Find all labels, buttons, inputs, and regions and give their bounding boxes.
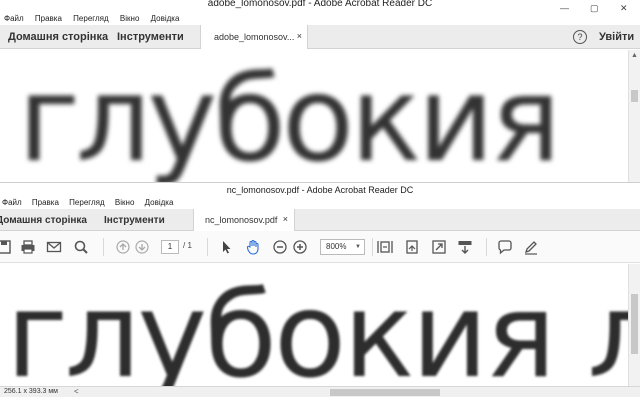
zoom-value: 800% <box>326 242 347 251</box>
scroll-left-icon[interactable]: < <box>74 387 79 396</box>
tab-home[interactable]: Домашня сторінка <box>0 215 87 226</box>
zoom-in-icon[interactable] <box>292 239 308 255</box>
rotate-icon[interactable] <box>404 239 420 255</box>
zoom-out-icon[interactable] <box>272 239 288 255</box>
tab-bar: Домашня сторінка Інструменти adobe_lomon… <box>0 25 640 49</box>
menu-window[interactable]: Вікно <box>120 14 139 23</box>
chevron-down-icon: ▼ <box>355 244 361 250</box>
toolbar-divider <box>207 238 208 256</box>
toolbar-divider <box>486 238 487 256</box>
fit-page-icon[interactable] <box>377 239 393 255</box>
top-acrobat-window: adobe_lomonosov.pdf - Adobe Acrobat Read… <box>0 0 640 182</box>
tab-document[interactable]: nc_lomonosov.pdf × <box>193 209 295 231</box>
sign-icon[interactable] <box>523 239 539 255</box>
tab-bar: Домашня сторінка Інструменти nc_lomonoso… <box>0 209 640 231</box>
menu-edit[interactable]: Правка <box>35 14 62 23</box>
document-canvas[interactable]: глубокия л <box>0 264 628 386</box>
title-bar: adobe_lomonosov.pdf - Adobe Acrobat Read… <box>0 0 640 13</box>
page-size-label: 256.1 x 393.3 мм <box>4 388 58 395</box>
toolbar-divider <box>103 238 104 256</box>
hand-icon[interactable] <box>245 239 261 255</box>
page-down-icon[interactable] <box>134 239 150 255</box>
tab-document-label: nc_lomonosov.pdf <box>205 215 278 225</box>
tab-home[interactable]: Домашня сторінка <box>8 31 108 43</box>
print-icon[interactable] <box>20 239 36 255</box>
close-tab-icon[interactable]: × <box>297 31 302 41</box>
menu-bar: Файл Правка Перегляд Вікно Довідка <box>0 197 640 209</box>
email-icon[interactable] <box>46 239 62 255</box>
page-text: глубокия л <box>6 266 628 386</box>
page-total: / 1 <box>183 241 192 250</box>
fullscreen-icon[interactable] <box>431 239 447 255</box>
menu-file[interactable]: Файл <box>4 14 24 23</box>
read-mode-icon[interactable] <box>457 239 473 255</box>
window-controls: — ▢ ✕ <box>550 0 640 13</box>
page-up-icon[interactable] <box>115 239 131 255</box>
status-bar: 256.1 x 393.3 мм < <box>0 386 640 397</box>
scroll-thumb[interactable] <box>631 294 638 354</box>
page-text: глубокия <box>18 50 561 182</box>
vertical-scrollbar[interactable] <box>628 264 640 386</box>
search-icon[interactable] <box>73 239 89 255</box>
document-canvas[interactable]: глубокия <box>0 50 628 182</box>
menu-help[interactable]: Довідка <box>151 14 180 23</box>
tab-tools[interactable]: Інструменти <box>117 31 184 43</box>
scroll-thumb[interactable] <box>631 90 638 102</box>
menu-help[interactable]: Довідка <box>145 198 174 207</box>
scroll-up-icon[interactable]: ▲ <box>631 52 638 59</box>
menu-view[interactable]: Перегляд <box>73 14 109 23</box>
menu-window[interactable]: Вікно <box>115 198 134 207</box>
page-number-input[interactable]: 1 <box>161 240 179 254</box>
zoom-select[interactable]: 800% ▼ <box>320 239 365 255</box>
select-arrow-icon[interactable] <box>218 239 234 255</box>
menu-edit[interactable]: Правка <box>32 198 59 207</box>
tab-document-label: adobe_lomonosov... <box>214 32 295 42</box>
tab-tools[interactable]: Інструменти <box>104 215 165 226</box>
window-title: nc_lomonosov.pdf - Adobe Acrobat Reader … <box>226 185 414 195</box>
bottom-acrobat-window: nc_lomonosov.pdf - Adobe Acrobat Reader … <box>0 182 640 397</box>
save-icon[interactable] <box>0 239 12 255</box>
vertical-scrollbar[interactable]: ▲ <box>628 50 640 182</box>
menu-file[interactable]: Файл <box>2 198 22 207</box>
toolbar: 1 / 1 800% ▼ <box>0 231 640 263</box>
help-icon[interactable]: ? <box>573 30 587 44</box>
comment-icon[interactable] <box>497 239 513 255</box>
menu-view[interactable]: Перегляд <box>69 198 105 207</box>
menu-bar: Файл Правка Перегляд Вікно Довідка <box>0 12 640 25</box>
window-title: adobe_lomonosov.pdf - Adobe Acrobat Read… <box>207 0 433 9</box>
toolbar-divider <box>372 238 373 256</box>
tab-document[interactable]: adobe_lomonosov... × <box>200 25 308 49</box>
close-tab-icon[interactable]: × <box>283 214 288 224</box>
horizontal-scroll-thumb[interactable] <box>330 389 440 396</box>
sign-in-button[interactable]: Увійти <box>599 31 634 43</box>
title-bar: nc_lomonosov.pdf - Adobe Acrobat Reader … <box>0 183 640 197</box>
